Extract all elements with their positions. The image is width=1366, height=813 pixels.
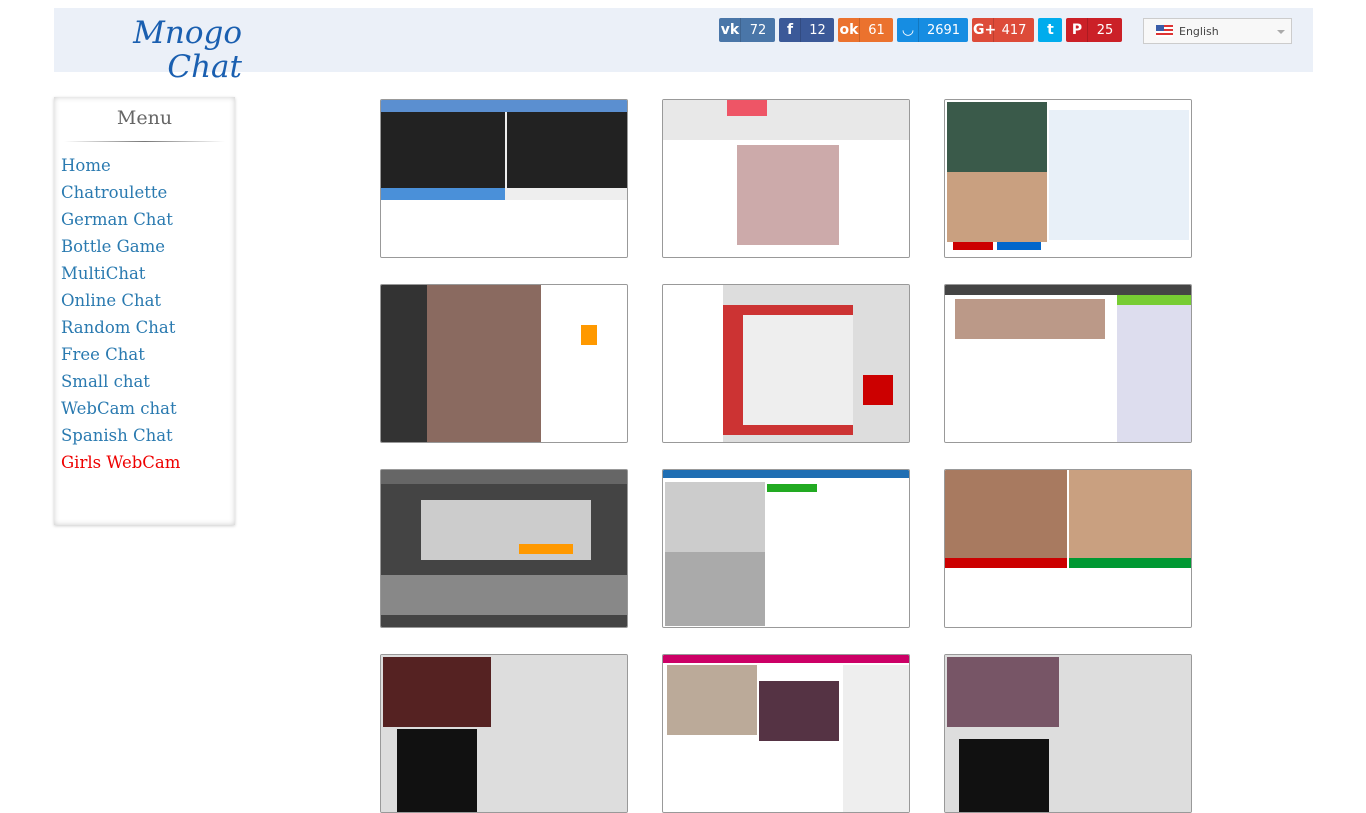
share-count: 2691 (926, 22, 961, 38)
spin-the-bottle-screenshot[interactable] (662, 284, 910, 443)
language-label: English (1179, 24, 1219, 38)
chevron-down-icon (1277, 30, 1285, 38)
menu-item-bottle-game[interactable]: Bottle Game (54, 233, 235, 260)
thumbnail-image-region (381, 575, 627, 615)
pinterest-icon: P (1067, 18, 1088, 42)
thumbnail-image-region (663, 470, 909, 478)
menu-item-multichat[interactable]: MultiChat (54, 260, 235, 287)
thumbnail-image-region (1069, 470, 1191, 558)
menu-item-girls-webcam[interactable]: Girls WebCam (54, 449, 235, 476)
thumbnail-image-region (997, 242, 1041, 250)
chat-screenshot-7[interactable] (380, 469, 628, 628)
share-button-odnoklassniki[interactable]: ok 61 (838, 18, 893, 42)
menu-item-webcam-chat[interactable]: WebCam chat (54, 395, 235, 422)
thumbnail-image-region (427, 285, 541, 442)
share-button-vk[interactable]: vk 72 (719, 18, 775, 42)
thumbnail-image-region (953, 242, 993, 250)
header (54, 8, 1313, 72)
share-button-facebook[interactable]: f 12 (779, 18, 834, 42)
menu-item-free-chat[interactable]: Free Chat (54, 341, 235, 368)
chat-screenshot-4[interactable] (380, 284, 628, 443)
share-button-moimir[interactable]: ◡ 2691 (897, 18, 968, 42)
share-button-pinterest[interactable]: P 25 (1066, 18, 1122, 42)
share-count: 417 (1001, 22, 1027, 38)
thumbnail-image-region (581, 325, 597, 345)
thumbnail-image-region (519, 544, 573, 554)
chat-screenshot-3[interactable] (944, 99, 1192, 258)
sidebar-menu: Menu Home Chatroulette German Chat Bottle G… (54, 97, 235, 525)
thumbnail-image-region (947, 657, 1059, 727)
thumbnail-image-region (1117, 295, 1191, 305)
thumbnail-image-region (945, 558, 1067, 568)
thumbnail-image-region (1069, 558, 1191, 568)
chat-screenshot-1[interactable] (380, 99, 628, 258)
thumbnail-image-region (507, 112, 627, 188)
thumbnail-image-region (947, 102, 1047, 172)
menu-item-small-chat[interactable]: Small chat (54, 368, 235, 395)
language-select[interactable]: English (1143, 18, 1292, 44)
menu-divider (64, 141, 225, 142)
thumbnail-image-region (663, 655, 909, 663)
share-count: 25 (1096, 22, 1114, 38)
thumbnail-image-region (667, 665, 757, 735)
thumbnail-image-region (743, 315, 853, 425)
thumbnail-image-region (397, 729, 477, 812)
thumbnail-image-region (663, 100, 909, 140)
thumbnail-image-region (663, 285, 723, 442)
googleplus-icon: G+ (973, 18, 996, 42)
thumbnail-image-region (381, 100, 627, 112)
thumbnail-image-region (727, 100, 767, 116)
thumbnail-image-region (381, 188, 505, 200)
menu-item-random-chat[interactable]: Random Chat (54, 314, 235, 341)
thumbnail-image-region (959, 739, 1049, 812)
chat-screenshot-11[interactable] (662, 654, 910, 813)
site-logo[interactable]: Mnogo Chat (54, 16, 242, 84)
share-button-googleplus[interactable]: G+ 417 (972, 18, 1034, 42)
chat-screenshot-12[interactable] (944, 654, 1192, 813)
chat-screenshot-2[interactable] (662, 99, 910, 258)
moimir-icon: ◡ (898, 18, 919, 42)
thumbnail-image-region (843, 665, 909, 812)
menu-item-german-chat[interactable]: German Chat (54, 206, 235, 233)
share-count: 61 (868, 22, 885, 38)
menu-item-spanish-chat[interactable]: Spanish Chat (54, 422, 235, 449)
thumbnail-image-region (381, 470, 627, 484)
menu-item-home[interactable]: Home (54, 152, 235, 179)
thumbnail-image-region (767, 484, 817, 492)
video-chat-screenshot[interactable] (662, 469, 910, 628)
thumbnail-image-region (759, 681, 839, 741)
thumbnail-image-region (945, 470, 1067, 558)
thumbnail-image-region (383, 657, 491, 727)
thumbnail-image-region (381, 285, 427, 442)
chat-screenshot-6[interactable] (944, 284, 1192, 443)
facebook-icon: f (780, 18, 801, 42)
thumbnail-image-region (955, 299, 1105, 339)
thumbnail-image-region (945, 285, 1191, 295)
odnoklassniki-icon: ok (839, 18, 860, 42)
thumbnail-image-region (381, 200, 627, 257)
thumbnail-image-region (1117, 305, 1191, 442)
us-flag-icon (1156, 25, 1173, 37)
share-button-twitter[interactable]: t (1038, 18, 1062, 42)
thumbnail-image-region (381, 112, 505, 188)
twitter-icon: t (1047, 22, 1054, 38)
chat-screenshot-9[interactable] (944, 469, 1192, 628)
thumbnail-image-region (665, 482, 765, 552)
share-count: 12 (809, 22, 826, 38)
chat-screenshot-10[interactable] (380, 654, 628, 813)
menu-title: Menu (116, 107, 173, 129)
thumbnail-image-region (737, 145, 839, 245)
thumbnail-image-region (863, 375, 893, 405)
thumbnail-image-region (1049, 110, 1189, 240)
menu-item-online-chat[interactable]: Online Chat (54, 287, 235, 314)
share-count: 72 (749, 22, 767, 38)
thumbnail-image-region (947, 172, 1047, 242)
thumbnail-image-region (541, 285, 627, 442)
vk-icon: vk (720, 18, 741, 42)
thumbnail-image-region (665, 552, 765, 626)
menu-item-chatroulette[interactable]: Chatroulette (54, 179, 235, 206)
